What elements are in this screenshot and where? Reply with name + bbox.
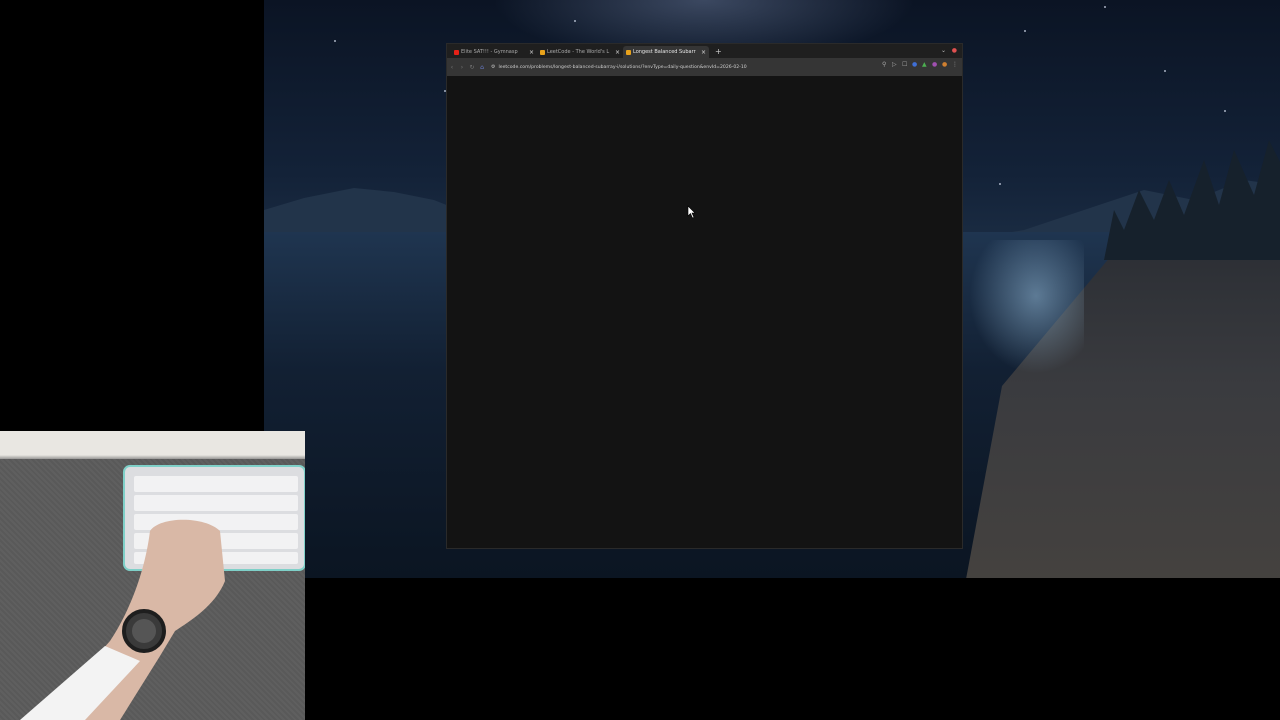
tab-title: Longest Balanced Subarr bbox=[633, 49, 696, 55]
screen: Elite SAT!!! - Gymnasp × LeetCode - The … bbox=[0, 0, 1280, 720]
mouse-cursor-icon bbox=[687, 205, 696, 219]
new-tab-button[interactable]: + bbox=[715, 47, 722, 56]
chevron-down-icon[interactable]: ⌄ bbox=[941, 47, 946, 54]
tab-title: Elite SAT!!! - Gymnasp bbox=[461, 49, 518, 55]
star bbox=[1164, 70, 1166, 72]
close-window-icon[interactable]: ● bbox=[952, 47, 957, 54]
browser-toolbar: ‹ › ↻ ⌂ ⚙ leetcode.com/problems/longest-… bbox=[447, 58, 962, 76]
menu-icon[interactable]: ⋮ bbox=[952, 62, 958, 68]
star bbox=[444, 90, 446, 92]
close-tab-icon[interactable]: × bbox=[701, 49, 706, 56]
cast-icon[interactable]: ▷ bbox=[892, 62, 898, 68]
tab-bar: Elite SAT!!! - Gymnasp × LeetCode - The … bbox=[447, 44, 962, 58]
trees-silhouette bbox=[1104, 140, 1280, 260]
site-info-icon[interactable]: ⚙ bbox=[491, 64, 495, 70]
bookmark-icon[interactable]: ☐ bbox=[902, 62, 908, 68]
youtube-icon bbox=[454, 49, 459, 55]
tab-youtube[interactable]: Elite SAT!!! - Gymnasp × bbox=[451, 46, 537, 58]
address-bar[interactable]: ⚙ leetcode.com/problems/longest-balanced… bbox=[491, 62, 811, 72]
tab-leetcode-home[interactable]: LeetCode - The World's L × bbox=[537, 46, 623, 58]
webcam-overlay bbox=[0, 431, 305, 720]
address-url: leetcode.com/problems/longest-balanced-s… bbox=[498, 64, 747, 70]
close-tab-icon[interactable]: × bbox=[615, 49, 620, 56]
home-icon[interactable]: ⌂ bbox=[477, 64, 487, 71]
flask-extension-icon[interactable]: ▲ bbox=[922, 62, 928, 68]
tab-longest-balanced-subarray[interactable]: Longest Balanced Subarr × bbox=[623, 46, 709, 58]
hand-on-keyboard-photo bbox=[20, 465, 305, 720]
profile-avatar[interactable]: ● bbox=[942, 62, 948, 68]
forward-icon[interactable]: › bbox=[457, 64, 467, 71]
wave-foam bbox=[964, 240, 1084, 380]
star bbox=[574, 20, 576, 22]
toolbar-extensions: ⚲ ▷ ☐ ● ▲ ● ● ⋮ bbox=[882, 62, 958, 68]
close-tab-icon[interactable]: × bbox=[529, 49, 534, 56]
zoom-icon[interactable]: ⚲ bbox=[882, 62, 888, 68]
star bbox=[1024, 30, 1026, 32]
star bbox=[1224, 110, 1226, 112]
page-content[interactable] bbox=[447, 76, 962, 548]
star bbox=[334, 40, 336, 42]
star bbox=[1104, 6, 1106, 8]
extension-icon[interactable]: ● bbox=[932, 62, 938, 68]
leetcode-icon bbox=[540, 49, 545, 55]
reload-icon[interactable]: ↻ bbox=[467, 64, 477, 71]
extension-icon[interactable]: ● bbox=[912, 62, 918, 68]
browser-window: Elite SAT!!! - Gymnasp × LeetCode - The … bbox=[447, 44, 962, 548]
leetcode-icon bbox=[626, 49, 631, 55]
tab-title: LeetCode - The World's L bbox=[547, 49, 610, 55]
back-icon[interactable]: ‹ bbox=[447, 64, 457, 71]
